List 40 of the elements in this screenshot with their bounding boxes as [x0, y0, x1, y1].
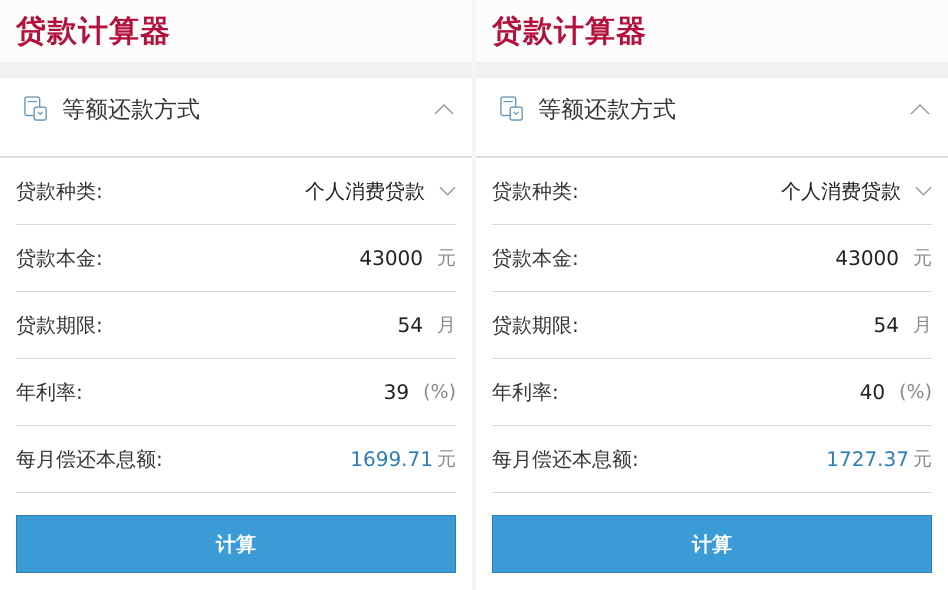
calculator-icon	[24, 96, 48, 122]
unit-label: (%)	[423, 381, 456, 403]
calculator-icon	[500, 96, 524, 122]
section-header[interactable]: 等额还款方式	[0, 62, 472, 158]
section-title: 等额还款方式	[62, 96, 201, 124]
section-title: 等额还款方式	[538, 96, 677, 124]
result-value: 1727.37	[826, 447, 909, 471]
field-label: 每月偿还本息额:	[16, 446, 163, 472]
page-title: 贷款计算器	[16, 12, 171, 50]
input-field[interactable]: 39	[384, 380, 410, 404]
chevron-down-icon	[915, 186, 932, 196]
unit-label: 元	[913, 246, 932, 271]
chevron-down-icon	[439, 186, 456, 196]
page-title: 贷款计算器	[492, 12, 647, 50]
result-value: 1699.71	[350, 447, 433, 471]
field-label: 贷款期限:	[16, 312, 103, 338]
chevron-up-icon	[910, 103, 930, 115]
input-field[interactable]: 43000	[835, 246, 899, 270]
field-label: 每月偿还本息额:	[492, 446, 639, 472]
unit-label: (%)	[899, 381, 932, 403]
unit-label: 元	[437, 246, 456, 271]
loan-type-select[interactable]: 个人消费贷款	[781, 178, 901, 204]
unit-label: 元	[913, 447, 932, 472]
chevron-up-icon	[434, 103, 454, 115]
input-field[interactable]: 54	[398, 313, 423, 337]
input-field[interactable]: 43000	[359, 246, 423, 270]
loan-type-select[interactable]: 个人消费贷款	[305, 178, 425, 204]
field-label: 贷款期限:	[492, 312, 579, 338]
field-label: 贷款种类:	[492, 178, 579, 204]
unit-label: 月	[913, 313, 932, 338]
section-header[interactable]: 等额还款方式	[476, 62, 948, 158]
field-label: 贷款本金:	[16, 244, 103, 272]
field-label: 贷款本金:	[492, 244, 579, 272]
unit-label: 月	[437, 313, 456, 338]
input-field[interactable]: 54	[874, 313, 899, 337]
field-label: 贷款种类:	[16, 178, 103, 204]
input-field[interactable]: 40	[860, 380, 886, 404]
unit-label: 元	[437, 447, 456, 472]
field-label: 年利率:	[492, 378, 559, 406]
field-label: 年利率:	[16, 378, 83, 406]
